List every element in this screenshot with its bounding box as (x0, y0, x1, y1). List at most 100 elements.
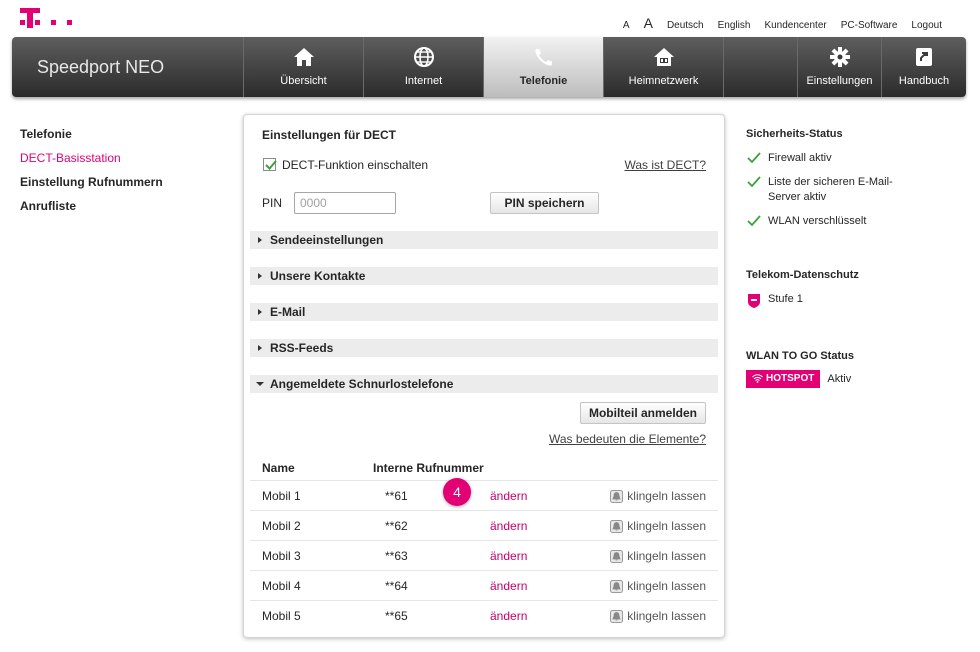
nav-tab-einstellungen[interactable]: Einstellungen (797, 37, 881, 97)
chevron-right-icon (258, 345, 262, 351)
nav-tab-label: Internet (404, 75, 443, 87)
globe-icon (413, 47, 434, 67)
language-deutsch-link[interactable]: Deutsch (667, 20, 704, 31)
what-is-dect-link[interactable]: Was ist DECT? (624, 158, 706, 172)
nav-spacer (723, 37, 724, 97)
bell-icon (610, 580, 624, 593)
pin-input[interactable] (294, 192, 396, 214)
security-item-label: Firewall aktiv (768, 152, 832, 164)
home-icon (293, 48, 314, 66)
language-english-link[interactable]: English (718, 20, 751, 31)
handset-name: Mobil 3 (262, 549, 301, 563)
edit-handset-link[interactable]: ändern (490, 609, 527, 623)
handset-number: **62 (385, 519, 408, 533)
handset-number: **65 (385, 609, 408, 623)
ring-label: klingeln lassen (627, 609, 706, 623)
checkmark-icon (265, 160, 277, 170)
checkmark-icon (747, 215, 761, 227)
nav-tab-label: Telefonie (519, 75, 568, 87)
main-nav: Speedport NEO Übersicht Internet Telefon… (12, 37, 966, 97)
section-label: RSS-Feeds (270, 341, 334, 355)
section-unsere-kontakte[interactable]: Unsere Kontakte (250, 267, 718, 285)
chevron-down-icon (256, 382, 264, 386)
handset-name: Mobil 1 (262, 489, 301, 503)
ring-handset-button[interactable]: klingeln lassen (610, 549, 706, 563)
ring-label: klingeln lassen (627, 549, 706, 563)
section-email[interactable]: E-Mail (250, 303, 718, 321)
phone-icon (534, 49, 552, 66)
privacy-level: Stufe 1 (746, 292, 966, 308)
ring-handset-button[interactable]: klingeln lassen (610, 579, 706, 593)
handset-name: Mobil 4 (262, 579, 301, 593)
ring-label: klingeln lassen (627, 519, 706, 533)
checkmark-icon (747, 176, 761, 188)
section-sendeeinstellungen[interactable]: Sendeeinstellungen (250, 231, 718, 249)
security-item-label: WLAN verschlüsselt (768, 215, 867, 227)
nav-tab-telefonie[interactable]: Telefonie (483, 37, 603, 97)
edit-handset-link[interactable]: ändern (490, 579, 527, 593)
handset-name: Mobil 2 (262, 519, 301, 533)
elements-help-link[interactable]: Was bedeuten die Elemente? (549, 432, 706, 446)
step-badge: 4 (443, 478, 471, 506)
sidebar-item-dect-basisstation[interactable]: DECT-Basisstation (20, 151, 163, 175)
status-sidebar: Sicherheits-Status Firewall aktiv Liste … (746, 128, 966, 388)
chevron-right-icon (258, 309, 262, 315)
security-item-firewall: Firewall aktiv (746, 151, 966, 166)
privacy-title: Telekom-Datenschutz (746, 269, 859, 281)
dect-enable-label: DECT-Funktion einschalten (282, 158, 429, 172)
pc-software-link[interactable]: PC-Software (841, 20, 898, 31)
sidebar-item-anrufliste[interactable]: Anrufliste (20, 199, 163, 223)
telekom-logo[interactable] (20, 8, 80, 32)
table-row: Mobil 5 **65 ändern klingeln lassen (250, 600, 718, 630)
ring-label: klingeln lassen (627, 489, 706, 503)
section-label: E-Mail (270, 305, 306, 319)
nav-tab-label: Handbuch (898, 75, 950, 87)
chevron-right-icon (258, 237, 262, 243)
font-size-small-button[interactable]: A (623, 20, 630, 31)
nav-tab-label: Heimnetzwerk (628, 75, 699, 87)
bell-icon (610, 610, 624, 623)
section-angemeldete-schnurlostelefone[interactable]: Angemeldete Schnurlostelefone (250, 375, 718, 393)
column-header-internal-number: Interne Rufnummer (373, 461, 484, 475)
logout-link[interactable]: Logout (911, 20, 942, 31)
nav-tab-internet[interactable]: Internet (363, 37, 483, 97)
ring-label: klingeln lassen (627, 579, 706, 593)
edit-handset-link[interactable]: ändern (490, 489, 527, 503)
home-network-icon (653, 48, 674, 66)
edit-handset-link[interactable]: ändern (490, 549, 527, 563)
checkmark-icon (747, 152, 761, 164)
bell-icon (610, 490, 624, 503)
edit-handset-link[interactable]: ändern (490, 519, 527, 533)
sidebar-item-telefonie[interactable]: Telefonie (20, 127, 163, 151)
section-rss-feeds[interactable]: RSS-Feeds (250, 339, 718, 357)
section-label: Unsere Kontakte (270, 269, 366, 283)
ring-handset-button[interactable]: klingeln lassen (610, 609, 706, 623)
chevron-right-icon (258, 273, 262, 279)
wifi-icon (752, 374, 763, 383)
nav-tab-handbuch[interactable]: Handbuch (881, 37, 966, 97)
column-header-name: Name (262, 461, 295, 475)
table-row: Mobil 3 **63 ändern klingeln lassen (250, 540, 718, 570)
brand-title: Speedport NEO (37, 57, 165, 77)
handset-number: **61 (385, 489, 408, 503)
dect-enable-checkbox[interactable] (263, 158, 277, 171)
handset-name: Mobil 5 (262, 609, 301, 623)
table-row: Mobil 4 **64 ändern klingeln lassen (250, 570, 718, 600)
bell-icon (610, 550, 624, 563)
handset-number: **63 (385, 549, 408, 563)
save-pin-button[interactable]: PIN speichern (490, 192, 599, 214)
gear-icon (829, 47, 850, 67)
handset-number: **64 (385, 579, 408, 593)
ring-handset-button[interactable]: klingeln lassen (610, 519, 706, 533)
nav-tab-uebersicht[interactable]: Übersicht (243, 37, 363, 97)
section-label: Angemeldete Schnurlostelefone (270, 377, 454, 391)
ring-handset-button[interactable]: klingeln lassen (610, 489, 706, 503)
register-handset-button[interactable]: Mobilteil anmelden (580, 402, 706, 424)
hotspot-label: HOTSPOT (766, 373, 815, 384)
font-size-large-button[interactable]: A (644, 15, 653, 31)
privacy-level-label: Stufe 1 (768, 293, 803, 305)
sidebar-item-einstellung-rufnummern[interactable]: Einstellung Rufnummern (20, 175, 163, 199)
nav-tab-heimnetzwerk[interactable]: Heimnetzwerk (603, 37, 723, 97)
security-status-title: Sicherheits-Status (746, 128, 843, 140)
kundencenter-link[interactable]: Kundencenter (764, 20, 826, 31)
